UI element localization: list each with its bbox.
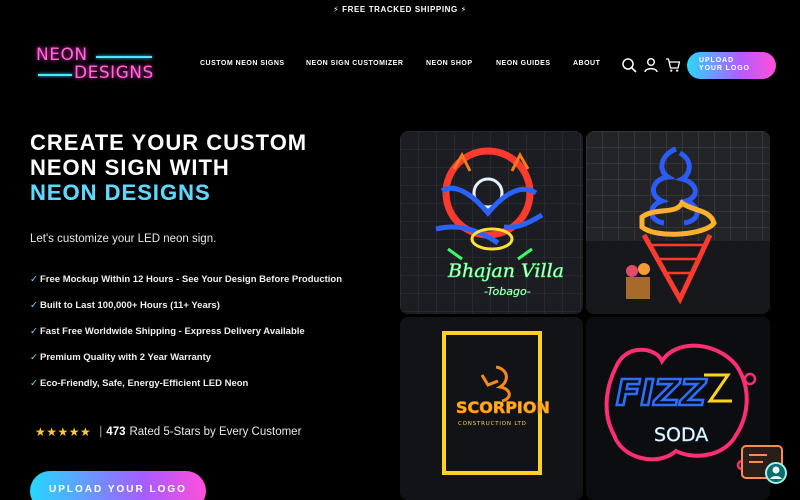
logo-line2: DESIGNS bbox=[74, 63, 154, 83]
feature-text: Eco-Friendly, Safe, Energy-Efficient LED… bbox=[40, 378, 249, 389]
bhajan-villa-text: Bhajan Villa bbox=[447, 260, 564, 282]
nav-neon-sign-customizer[interactable]: NEON SIGN CUSTOMIZER bbox=[306, 60, 403, 67]
check-icon: ✓ bbox=[30, 274, 38, 285]
nav-about[interactable]: ABOUT bbox=[573, 60, 600, 67]
scorpion-text: SCORPION bbox=[456, 398, 550, 417]
nav-neon-shop[interactable]: NEON SHOP bbox=[426, 60, 473, 67]
rating-count: 473 bbox=[106, 426, 126, 438]
site-logo[interactable]: NEON DESIGNS bbox=[36, 45, 156, 83]
ice-cream-neon-sign bbox=[586, 131, 770, 314]
feature-item: ✓ Fast Free Worldwide Shipping - Express … bbox=[30, 326, 342, 352]
scorpion-construction-neon-sign: SCORPION CONSTRUCTION LTD bbox=[400, 317, 583, 500]
check-icon: ✓ bbox=[30, 300, 38, 311]
bhajan-villa-neon-sign: Bhajan Villa -Tobago- bbox=[400, 131, 583, 314]
check-icon: ✓ bbox=[30, 326, 38, 337]
hero-title-line2: NEON SIGN WITH bbox=[30, 155, 230, 180]
upload-logo-header-line2: YOUR LOGO bbox=[699, 65, 750, 72]
upload-logo-header-button[interactable]: UPLOAD YOUR LOGO bbox=[687, 52, 776, 79]
upload-logo-button[interactable]: UPLOAD YOUR LOGO bbox=[30, 471, 206, 500]
search-icon[interactable] bbox=[621, 57, 637, 73]
check-icon: ✓ bbox=[30, 378, 38, 389]
feature-item: ✓ Free Mockup Within 12 Hours - See Your … bbox=[30, 274, 342, 300]
tobago-text: -Tobago- bbox=[484, 285, 531, 298]
feature-item: ✓ Premium Quality with 2 Year Warranty bbox=[30, 352, 342, 378]
nav-neon-guides[interactable]: NEON GUIDES bbox=[496, 60, 551, 67]
gallery-image-ice-cream[interactable] bbox=[586, 131, 770, 314]
logo-underline-2 bbox=[38, 74, 72, 76]
feature-text: Fast Free Worldwide Shipping - Express D… bbox=[40, 326, 305, 337]
feature-text: Free Mockup Within 12 Hours - See Your D… bbox=[40, 274, 343, 285]
chat-support-icon[interactable] bbox=[741, 444, 791, 488]
announcement-text: ⚡ FREE TRACKED SHIPPING ⚡ bbox=[333, 4, 467, 14]
upload-logo-header-line1: UPLOAD bbox=[699, 57, 734, 64]
check-icon: ✓ bbox=[30, 352, 38, 363]
logo-line1: NEON bbox=[36, 45, 88, 65]
nav-custom-neon-signs[interactable]: CUSTOM NEON SIGNS bbox=[200, 60, 285, 67]
hero-title-line1: CREATE YOUR CUSTOM bbox=[30, 130, 308, 155]
account-icon[interactable] bbox=[643, 57, 659, 73]
gallery-image-bhajan-villa[interactable]: Bhajan Villa -Tobago- bbox=[400, 131, 583, 314]
feature-item: ✓ Built to Last 100,000+ Hours (11+ Years… bbox=[30, 300, 342, 326]
site-header: NEON DESIGNS CUSTOM NEON SIGNS NEON SIGN… bbox=[0, 38, 800, 96]
star-rating-icon: ★★★★★ bbox=[35, 425, 92, 439]
gallery-image-scorpion[interactable]: SCORPION CONSTRUCTION LTD bbox=[400, 317, 583, 500]
rating-summary: ★★★★★ | 473 Rated 5-Stars by Every Custo… bbox=[35, 425, 301, 439]
feature-text: Built to Last 100,000+ Hours (11+ Years) bbox=[40, 300, 220, 311]
rating-text: Rated 5-Stars by Every Customer bbox=[129, 426, 302, 438]
construction-text: CONSTRUCTION LTD bbox=[458, 421, 527, 427]
announcement-bar: ⚡ FREE TRACKED SHIPPING ⚡ bbox=[0, 0, 800, 18]
feature-list: ✓ Free Mockup Within 12 Hours - See Your … bbox=[30, 274, 342, 404]
feature-item: ✓ Eco-Friendly, Safe, Energy-Efficient LE… bbox=[30, 378, 342, 404]
rating-separator: | bbox=[99, 426, 103, 438]
soda-text: SODA bbox=[654, 424, 708, 446]
logo-underline bbox=[96, 56, 152, 58]
hero-title: CREATE YOUR CUSTOM NEON SIGN WITH NEON D… bbox=[30, 130, 307, 205]
product-gallery: Bhajan Villa -Tobago- SCORPION CONSTRUCT… bbox=[400, 131, 770, 500]
cart-icon[interactable] bbox=[665, 57, 681, 73]
hero-title-highlight: NEON DESIGNS bbox=[30, 180, 307, 205]
fizz-text: FIZZ bbox=[616, 373, 707, 414]
feature-text: Premium Quality with 2 Year Warranty bbox=[40, 352, 212, 363]
hero-tagline: Let's customize your LED neon sign. bbox=[30, 233, 217, 245]
